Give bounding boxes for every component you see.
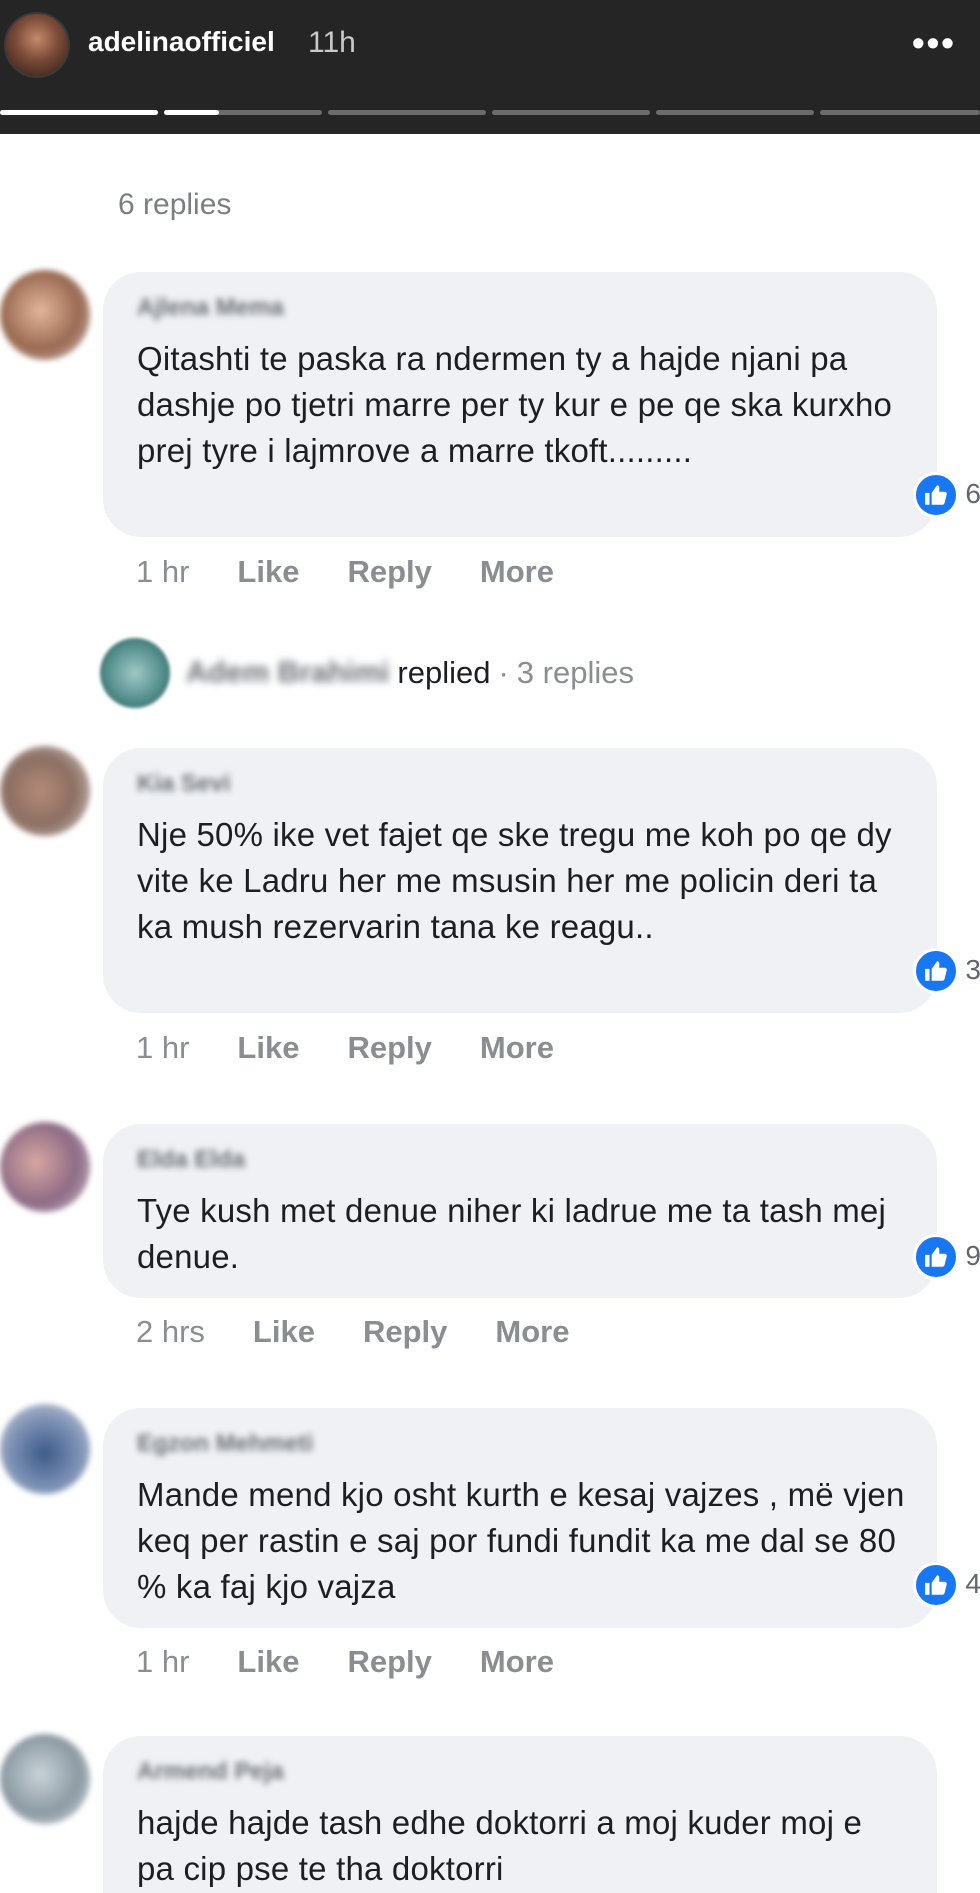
- comment-actions: 2 hrs Like Reply More: [136, 1314, 569, 1350]
- like-reaction-icon[interactable]: [913, 1562, 959, 1608]
- reaction-count: 6: [965, 478, 980, 509]
- comment-text: Tye kush met denue niher ki ladrue me ta…: [137, 1192, 887, 1275]
- comment-actions: 1 hr Like Reply More: [136, 1030, 554, 1066]
- more-button[interactable]: More: [480, 554, 554, 590]
- comment-text: hajde hajde tash edhe doktorri a moj kud…: [137, 1804, 863, 1887]
- avatar[interactable]: [0, 1404, 90, 1494]
- reply-button[interactable]: Reply: [347, 1644, 431, 1680]
- like-reaction-icon[interactable]: [913, 1234, 959, 1280]
- like-button[interactable]: Like: [237, 1030, 299, 1066]
- comment-author[interactable]: Ajlena Mema: [137, 294, 905, 322]
- story-time: 11h: [308, 26, 356, 59]
- comment-author[interactable]: Elda Elda: [137, 1146, 905, 1174]
- like-reaction-icon[interactable]: [913, 472, 959, 518]
- story-username[interactable]: adelinaofficiel: [88, 26, 275, 58]
- comment-actions: 1 hr Like Reply More: [136, 554, 554, 590]
- replied-summary[interactable]: Adem Brahimi replied · 3 replies: [100, 638, 634, 708]
- separator-dot: ·: [498, 655, 509, 690]
- avatar[interactable]: [0, 746, 90, 836]
- comment-bubble: Ajlena Mema Qitashti te paska ra ndermen…: [103, 272, 980, 537]
- comment-time[interactable]: 1 hr: [136, 1030, 189, 1066]
- comment-actions: 1 hr Like Reply More: [136, 1644, 554, 1680]
- more-dots-icon[interactable]: •••: [912, 22, 956, 64]
- comment-bubble: Armend Peja hajde hajde tash edhe doktor…: [103, 1736, 937, 1893]
- reply-button[interactable]: Reply: [347, 1030, 431, 1066]
- like-button[interactable]: Like: [253, 1314, 315, 1350]
- comment-time[interactable]: 1 hr: [136, 1644, 189, 1680]
- comment-text: Nje 50% ike vet fajet qe ske tregu me ko…: [137, 816, 892, 945]
- more-button[interactable]: More: [495, 1314, 569, 1350]
- story-avatar[interactable]: [4, 12, 70, 78]
- reply-button[interactable]: Reply: [347, 554, 431, 590]
- story-progress-segment: [0, 110, 158, 115]
- comment-author[interactable]: Armend Peja: [137, 1758, 905, 1786]
- avatar[interactable]: [0, 270, 90, 360]
- comment-bubble: Egzon Mehmeti Mande mend kjo osht kurth …: [103, 1408, 980, 1628]
- avatar[interactable]: [0, 1734, 90, 1824]
- replied-label: replied: [397, 655, 491, 690]
- comment-text: Mande mend kjo osht kurth e kesaj vajzes…: [137, 1476, 905, 1605]
- comment-bubble: Elda Elda Tye kush met denue niher ki la…: [103, 1124, 980, 1298]
- reply-author[interactable]: Adem Brahimi: [186, 656, 389, 690]
- reaction-count: 3: [965, 954, 980, 985]
- reply-count[interactable]: 3 replies: [517, 655, 634, 691]
- story-progress-segment: [328, 110, 486, 115]
- story-progress-segment: [492, 110, 650, 115]
- comment-author[interactable]: Egzon Mehmeti: [137, 1430, 905, 1458]
- avatar[interactable]: [0, 1122, 90, 1212]
- reply-button[interactable]: Reply: [363, 1314, 447, 1350]
- reaction-count: 4: [965, 1568, 980, 1599]
- more-button[interactable]: More: [480, 1030, 554, 1066]
- comment-bubble: Kia Sevi Nje 50% ike vet fajet qe ske tr…: [103, 748, 980, 1013]
- comment-time[interactable]: 2 hrs: [136, 1314, 205, 1350]
- like-button[interactable]: Like: [237, 1644, 299, 1680]
- view-replies-link[interactable]: 6 replies: [118, 188, 231, 222]
- like-reaction-icon[interactable]: [913, 948, 959, 994]
- story-progress-segment: [820, 110, 980, 115]
- more-button[interactable]: More: [480, 1644, 554, 1680]
- comment-text: Qitashti te paska ra ndermen ty a hajde …: [137, 340, 893, 469]
- avatar[interactable]: [100, 638, 170, 708]
- story-progress-segment: [656, 110, 814, 115]
- comment-author[interactable]: Kia Sevi: [137, 770, 905, 798]
- like-button[interactable]: Like: [237, 554, 299, 590]
- story-header: adelinaofficiel 11h •••: [0, 0, 980, 134]
- story-progress-segment: [164, 110, 322, 115]
- reaction-count: 9: [965, 1240, 980, 1271]
- comment-time[interactable]: 1 hr: [136, 554, 189, 590]
